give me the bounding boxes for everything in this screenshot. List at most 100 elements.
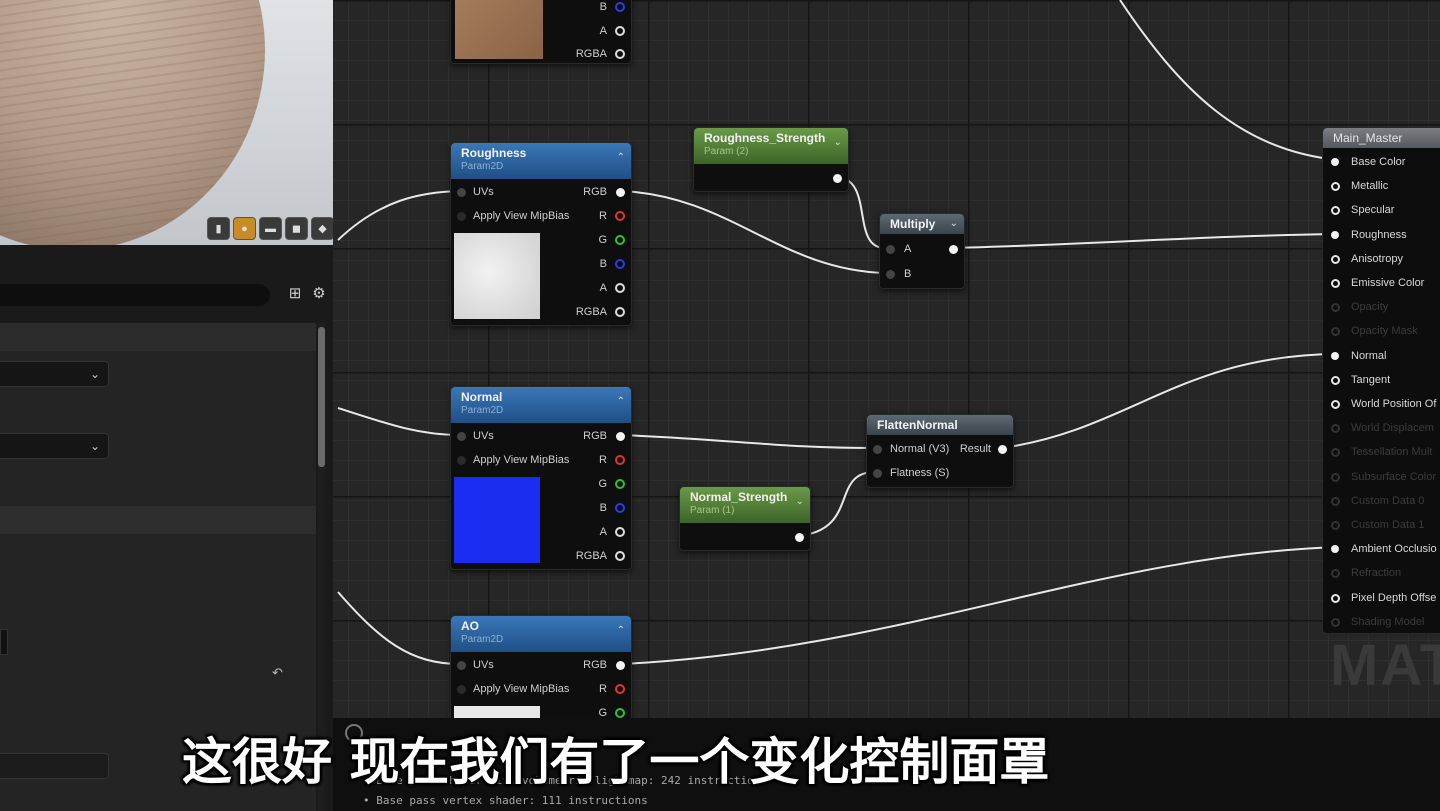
- normal-texture-node[interactable]: Normal Param2D ⌃ UVs Apply View MipBias …: [450, 386, 632, 570]
- master-pin-row[interactable]: Tangent: [1331, 374, 1390, 386]
- pin-r[interactable]: [615, 211, 625, 221]
- master-pin-row[interactable]: World Displacem: [1331, 422, 1434, 434]
- flatten-normal-node[interactable]: FlattenNormal Normal (V3) Flatness (S) R…: [866, 414, 1014, 488]
- master-pin-row[interactable]: Opacity Mask: [1331, 325, 1418, 337]
- pin-dot[interactable]: [1331, 521, 1340, 530]
- collapse-icon[interactable]: ⌃: [617, 152, 625, 163]
- master-pin-row[interactable]: Pixel Depth Offse: [1331, 592, 1436, 604]
- master-pin-row[interactable]: Base Color: [1331, 156, 1405, 168]
- pin-result[interactable]: [998, 445, 1007, 454]
- collapse-icon[interactable]: ⌃: [617, 625, 625, 636]
- pin-a[interactable]: [615, 26, 625, 36]
- pin-a[interactable]: [615, 527, 625, 537]
- node-header[interactable]: Multiply ⌄: [880, 214, 964, 234]
- pin-label: Custom Data 1: [1351, 519, 1425, 531]
- master-pin-row[interactable]: Subsurface Color: [1331, 471, 1436, 483]
- pin-label: B: [599, 502, 607, 514]
- pin-output[interactable]: [833, 174, 842, 183]
- pin-r[interactable]: [615, 455, 625, 465]
- chevron-down-icon[interactable]: ⌄: [950, 218, 958, 229]
- pin-g[interactable]: [615, 479, 625, 489]
- pin-dot[interactable]: [1331, 303, 1340, 313]
- normal-strength-node[interactable]: Normal_Strength Param (1) ⌄: [679, 486, 811, 551]
- pin-dot[interactable]: [1331, 496, 1340, 506]
- master-pin-row[interactable]: Specular: [1331, 204, 1394, 216]
- pin-dot[interactable]: [1331, 545, 1339, 554]
- pin-b[interactable]: [615, 2, 625, 12]
- multiply-node[interactable]: Multiply ⌄ A B: [879, 213, 965, 289]
- master-pin-row[interactable]: Refraction: [1331, 567, 1401, 579]
- master-pin-row[interactable]: Tessellation Mult: [1331, 446, 1432, 458]
- pin-rgba[interactable]: [615, 49, 625, 59]
- pin-g[interactable]: [615, 708, 625, 718]
- node-header[interactable]: FlattenNormal: [867, 415, 1013, 435]
- pin-b[interactable]: [615, 503, 625, 513]
- node-header[interactable]: Roughness Param2D ⌃: [451, 143, 631, 179]
- pin-g[interactable]: [615, 235, 625, 245]
- node-header[interactable]: Roughness_Strength Param (2) ⌄: [694, 128, 848, 164]
- collapse-icon[interactable]: ⌃: [617, 396, 625, 407]
- master-pin-row[interactable]: Roughness: [1331, 229, 1407, 241]
- pin-dot[interactable]: [1331, 617, 1340, 627]
- pin-dot[interactable]: [1331, 158, 1339, 166]
- master-pin-row[interactable]: Custom Data 1: [1331, 519, 1425, 531]
- pin-flatness[interactable]: [873, 469, 882, 478]
- master-pin-row[interactable]: World Position Of: [1331, 398, 1436, 410]
- pin-dot[interactable]: [1331, 448, 1340, 458]
- roughness-strength-node[interactable]: Roughness_Strength Param (2) ⌄: [693, 127, 849, 192]
- pin-uvs[interactable]: [457, 661, 466, 670]
- texture-node-top[interactable]: B A RGBA: [450, 0, 632, 64]
- pin-dot[interactable]: [1331, 327, 1340, 337]
- pin-dot[interactable]: [1331, 569, 1340, 579]
- chevron-down-icon[interactable]: ⌄: [796, 496, 804, 507]
- pin-uvs[interactable]: [457, 432, 466, 441]
- master-pin-row[interactable]: Ambient Occlusio: [1331, 543, 1437, 555]
- master-pin-row[interactable]: Metallic: [1331, 180, 1388, 192]
- pin-mipbias[interactable]: [457, 212, 466, 221]
- pin-a[interactable]: [886, 245, 895, 254]
- master-pin-row[interactable]: Anisotropy: [1331, 253, 1403, 265]
- pin-normal[interactable]: [873, 445, 882, 454]
- pin-dot[interactable]: [1331, 254, 1340, 264]
- pin-dot[interactable]: [1331, 375, 1340, 385]
- master-pin-row[interactable]: Opacity: [1331, 301, 1388, 313]
- node-header[interactable]: AO Param2D ⌃: [451, 616, 631, 652]
- main-material-node[interactable]: Main_Master Base Color Metallic Specular Ro…: [1322, 127, 1440, 634]
- node-header[interactable]: Main_Master: [1323, 128, 1440, 148]
- pin-dot[interactable]: [1331, 472, 1340, 482]
- pin-b[interactable]: [886, 270, 895, 279]
- pin-rgb[interactable]: [616, 661, 625, 670]
- master-pin-row[interactable]: Custom Data 0: [1331, 495, 1424, 507]
- pin-rgba[interactable]: [615, 551, 625, 561]
- pin-rgb[interactable]: [616, 432, 625, 441]
- ao-texture-node[interactable]: AO Param2D ⌃ UVs Apply View MipBias RGB …: [450, 615, 632, 727]
- pin-output[interactable]: [795, 533, 804, 542]
- pin-dot[interactable]: [1331, 351, 1339, 360]
- pin-dot[interactable]: [1331, 424, 1340, 434]
- pin-r[interactable]: [615, 684, 625, 694]
- pin-rgb[interactable]: [616, 188, 625, 197]
- material-watermark: MAT: [1330, 633, 1440, 698]
- roughness-texture-node[interactable]: Roughness Param2D ⌃ UVs Apply View MipBi…: [450, 142, 632, 326]
- chevron-down-icon[interactable]: ⌄: [834, 137, 842, 148]
- master-pin-row[interactable]: Normal: [1331, 350, 1386, 362]
- pin-b[interactable]: [615, 259, 625, 269]
- pin-dot[interactable]: [1331, 593, 1340, 603]
- pin-dot[interactable]: [1331, 182, 1340, 192]
- pin-rgba[interactable]: [615, 307, 625, 317]
- master-pin-row[interactable]: Emissive Color: [1331, 277, 1424, 289]
- pin-dot[interactable]: [1331, 279, 1340, 288]
- node-header[interactable]: Normal Param2D ⌃: [451, 387, 631, 423]
- pin-label: B: [599, 1, 607, 13]
- pin-a[interactable]: [615, 283, 625, 293]
- pin-dot[interactable]: [1331, 400, 1340, 409]
- pin-dot[interactable]: [1331, 206, 1340, 216]
- pin-output[interactable]: [949, 245, 958, 254]
- master-pin-row[interactable]: Shading Model: [1331, 616, 1424, 628]
- pin-mipbias[interactable]: [457, 456, 466, 465]
- node-title: Roughness_Strength: [704, 131, 826, 145]
- pin-dot[interactable]: [1331, 230, 1339, 239]
- pin-mipbias[interactable]: [457, 685, 466, 694]
- node-header[interactable]: Normal_Strength Param (1) ⌄: [680, 487, 810, 523]
- pin-uvs[interactable]: [457, 188, 466, 197]
